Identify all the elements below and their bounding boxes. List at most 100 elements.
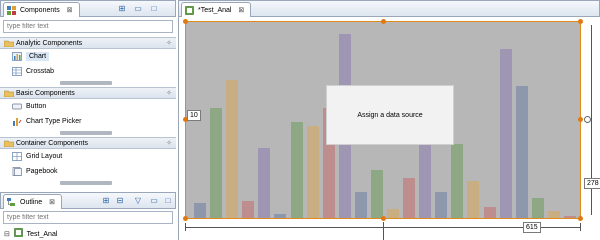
chart-bar xyxy=(226,80,239,218)
chart-bar xyxy=(306,126,319,218)
chart-bar xyxy=(483,207,496,218)
item-label: Button xyxy=(26,103,47,110)
outline-icon xyxy=(7,198,15,206)
minimize-icon[interactable]: ▭ xyxy=(133,4,143,14)
chart-bar xyxy=(467,181,480,218)
maximize-icon[interactable]: □ xyxy=(149,4,159,14)
group-scroll-handle[interactable] xyxy=(60,81,112,85)
width-guide-tick-right xyxy=(580,223,581,231)
chart-bar xyxy=(194,203,207,218)
chart-bar xyxy=(242,201,255,218)
component-item-chart-type-picker[interactable]: Chart Type Picker xyxy=(0,114,176,129)
outline-filter-input[interactable] xyxy=(3,211,173,224)
component-item-crosstab[interactable]: Crosstab xyxy=(0,64,176,79)
outline-tree-root[interactable]: ⊟ Test_Anal xyxy=(4,227,57,239)
group-header-container[interactable]: Container Components ✧ xyxy=(0,137,176,149)
group-title: Container Components xyxy=(16,140,88,147)
new-view-icon[interactable]: ⊞ xyxy=(117,4,127,14)
resize-handle-bottom-right[interactable] xyxy=(578,216,583,221)
maximize-icon[interactable]: □ xyxy=(163,196,173,206)
chart-type-picker-icon xyxy=(13,118,22,126)
view-menu-icon[interactable]: ▽ xyxy=(133,196,143,206)
chart-bar xyxy=(370,170,383,218)
expand-all-icon[interactable]: ⊞ xyxy=(101,196,111,206)
components-filter-input[interactable] xyxy=(3,20,173,33)
chart-bar xyxy=(451,144,464,218)
chart-bar xyxy=(435,192,448,218)
chart-bar xyxy=(290,122,303,218)
close-icon[interactable]: ⊠ xyxy=(67,7,73,14)
folder-icon xyxy=(4,40,14,47)
tree-root-label: Test_Anal xyxy=(26,231,58,238)
component-item-grid-layout[interactable]: Grid Layout xyxy=(0,149,176,164)
resize-handle-bottom[interactable] xyxy=(381,216,386,221)
chart-bar xyxy=(515,86,528,218)
chart-bar xyxy=(274,214,287,218)
item-label: Chart Type Picker xyxy=(26,118,82,125)
group-header-basic[interactable]: Basic Components ✧ xyxy=(0,87,176,99)
resize-handle-bottom-left[interactable] xyxy=(183,216,188,221)
chart-bar xyxy=(499,49,512,218)
group-analytic-components: Analytic Components ✧ Chart Crosstab xyxy=(0,37,176,85)
group-scroll-handle[interactable] xyxy=(60,181,112,185)
group-header-analytic[interactable]: Analytic Components ✧ xyxy=(0,37,176,49)
left-sidebar: Components ⊠ ⊞ ▭ □ Analytic Components ✧… xyxy=(0,0,176,240)
editor-pane: *Test_Anal ⊠ Assign a data source 10 278… xyxy=(178,0,600,240)
resize-handle-right[interactable] xyxy=(578,117,583,122)
application-icon xyxy=(14,228,23,237)
tab-test-anal[interactable]: *Test_Anal ⊠ xyxy=(181,2,252,17)
folder-icon xyxy=(4,140,14,147)
center-guide-line xyxy=(383,222,384,240)
group-title: Basic Components xyxy=(16,90,75,97)
chart-icon xyxy=(12,52,22,61)
close-icon[interactable]: ⊠ xyxy=(49,199,55,206)
component-item-button[interactable]: Button xyxy=(0,99,176,114)
chart-bar xyxy=(210,108,223,218)
tab-outline[interactable]: Outline ⊠ xyxy=(3,194,63,209)
chart-bar xyxy=(563,216,576,218)
editor-tab-label: *Test_Anal xyxy=(198,7,232,14)
application-icon xyxy=(185,6,194,15)
grid-layout-icon xyxy=(12,152,22,161)
component-item-pagebook[interactable]: Pagebook xyxy=(0,164,176,179)
item-label: Grid Layout xyxy=(26,153,63,160)
item-label: Crosstab xyxy=(26,68,55,75)
item-label: Chart xyxy=(26,52,50,61)
left-margin-label: 10 xyxy=(187,110,201,121)
group-title: Analytic Components xyxy=(16,40,83,47)
tab-outline-label: Outline xyxy=(20,199,43,206)
editor-tabbar: *Test_Anal ⊠ xyxy=(178,0,600,17)
close-icon[interactable]: ⊠ xyxy=(238,7,244,14)
tab-components[interactable]: Components ⊠ xyxy=(3,2,80,17)
crosstab-icon xyxy=(12,67,22,76)
chart-bar xyxy=(387,209,400,218)
outline-tabbar: Outline ⊠ ⊞ ⊟ ▽ ▭ □ xyxy=(0,192,176,209)
group-basic-components: Basic Components ✧ Button Chart Type Pic… xyxy=(0,87,176,135)
chart-bar xyxy=(547,211,560,218)
item-label: Pagebook xyxy=(26,168,58,175)
chart-bar xyxy=(258,148,271,218)
tab-components-label: Components xyxy=(20,7,60,14)
width-guide-tick-left xyxy=(185,223,186,231)
design-canvas[interactable]: Assign a data source 10 278 615 xyxy=(178,17,600,240)
group-scroll-handle[interactable] xyxy=(60,131,112,135)
resize-handle-top[interactable] xyxy=(381,19,386,24)
chart-bar xyxy=(403,178,416,218)
width-label: 615 xyxy=(523,222,541,233)
resize-handle-top-left[interactable] xyxy=(183,19,188,24)
component-item-chart[interactable]: Chart xyxy=(0,49,176,64)
collapse-icon[interactable]: ⊟ xyxy=(4,231,10,238)
chart-component[interactable]: Assign a data source xyxy=(185,21,581,219)
collapse-all-icon[interactable]: ⊟ xyxy=(115,196,125,206)
pagebook-icon xyxy=(12,167,22,176)
right-anchor-icon[interactable] xyxy=(584,116,591,123)
group-container-components: Container Components ✧ Grid Layout Pageb… xyxy=(0,137,176,185)
button-icon xyxy=(12,103,22,110)
chart-bar xyxy=(354,192,367,218)
components-tabbar: Components ⊠ ⊞ ▭ □ xyxy=(0,0,176,17)
resize-handle-top-right[interactable] xyxy=(578,19,583,24)
chart-bar xyxy=(531,198,544,218)
minimize-icon[interactable]: ▭ xyxy=(149,196,159,206)
height-label: 278 xyxy=(584,178,600,189)
data-source-placeholder[interactable]: Assign a data source xyxy=(326,85,454,145)
